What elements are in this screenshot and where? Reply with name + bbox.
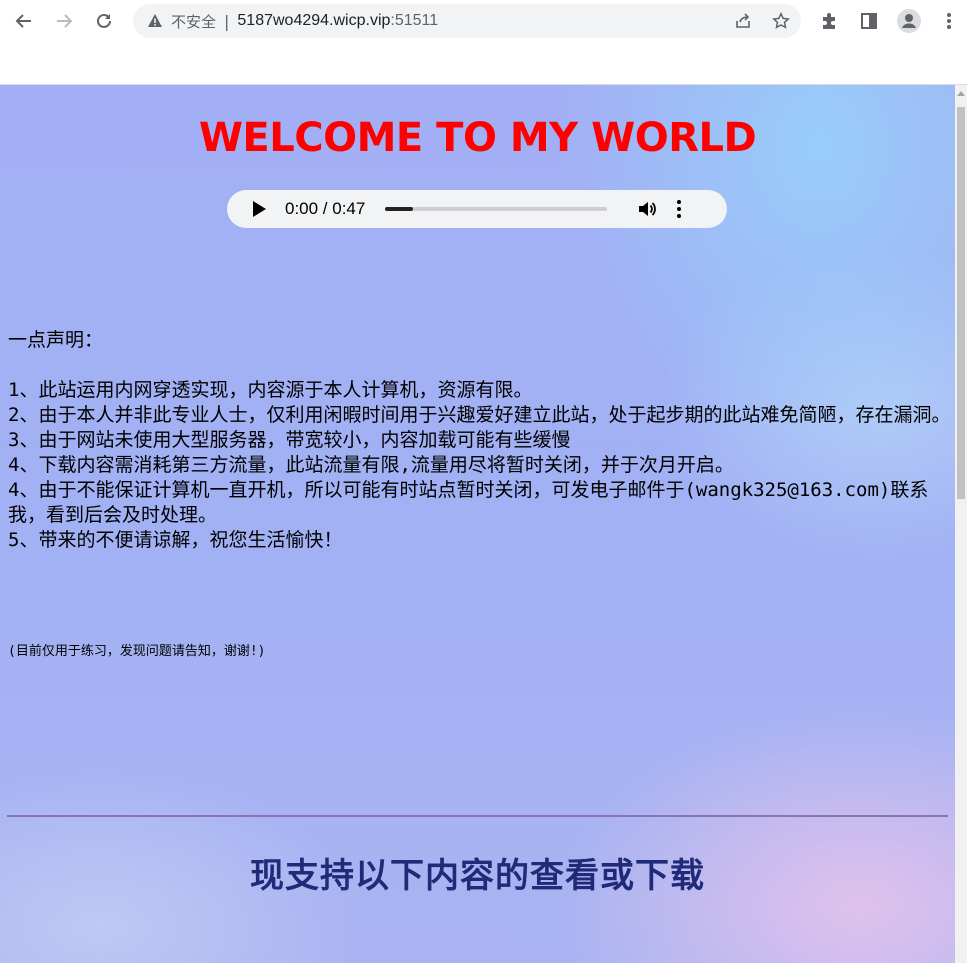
profile-icon[interactable] — [897, 9, 921, 33]
audio-progress-bar[interactable] — [385, 207, 608, 211]
notice-item: 3、由于网站未使用大型服务器，带宽较小，内容加载可能有些缓慢 — [8, 429, 571, 451]
scroll-up-arrow-icon[interactable] — [957, 91, 965, 96]
url-host[interactable]: 5187wo4294.wicp.vip — [237, 12, 390, 30]
notice-item: 1、此站运用内网穿透实现，内容源于本人计算机，资源有限。 — [8, 379, 533, 401]
audio-time: 0:00 / 0:47 — [285, 199, 366, 218]
share-icon[interactable] — [733, 11, 753, 31]
star-icon[interactable] — [771, 11, 791, 31]
notice-item: 5、带来的不便请谅解，祝您生活愉快！ — [8, 529, 343, 551]
volume-icon[interactable] — [637, 199, 657, 219]
notice-item: 4、由于不能保证计算机一直开机，所以可能有时站点暂时关闭，可发电子邮件于(wan… — [8, 479, 929, 526]
play-icon[interactable] — [253, 201, 266, 217]
security-label[interactable]: 不安全 — [171, 11, 216, 32]
audio-player[interactable]: 0:00 / 0:47 — [227, 190, 727, 228]
notice-block: 一点声明： 1、此站运用内网穿透实现，内容源于本人计算机，资源有限。 2、由于本… — [8, 328, 953, 553]
back-arrow-icon[interactable] — [11, 8, 37, 34]
address-bar[interactable]: 不安全 | 5187wo4294.wicp.vip :51511 — [133, 4, 801, 38]
vertical-scrollbar[interactable] — [955, 85, 967, 963]
page-viewport: WELCOME TO MY WORLD 0:00 / 0:47 一点声明： 1、… — [0, 85, 955, 963]
url-separator: | — [224, 11, 230, 31]
warning-icon[interactable] — [147, 13, 163, 29]
scrollbar-thumb[interactable] — [957, 107, 965, 499]
url-port[interactable]: :51511 — [390, 12, 438, 30]
audio-progress-fill — [385, 207, 414, 211]
audio-more-options-icon[interactable] — [677, 200, 682, 218]
side-panel-icon[interactable] — [857, 9, 881, 33]
section-heading: 现支持以下内容的查看或下载 — [250, 856, 705, 896]
notice-heading: 一点声明： — [8, 329, 104, 351]
reload-icon[interactable] — [91, 8, 117, 34]
notice-item: 2、由于本人并非此专业人士，仅利用闲暇时间用于兴趣爱好建立此站，处于起步期的此站… — [8, 404, 951, 426]
browser-toolbar: 不安全 | 5187wo4294.wicp.vip :51511 — [0, 0, 967, 85]
notice-item: 4、下载内容需消耗第三方流量，此站流量有限,流量用尽将暂时关闭，并于次月开启。 — [8, 454, 734, 476]
extensions-icon[interactable] — [817, 9, 841, 33]
menu-dots-icon[interactable] — [937, 9, 961, 33]
forward-arrow-icon[interactable] — [51, 8, 77, 34]
welcome-title: WELCOME TO MY WORLD — [198, 115, 757, 161]
practice-note: (目前仅用于练习，发现问题请告知，谢谢!) — [8, 644, 266, 659]
section-divider — [7, 815, 948, 817]
